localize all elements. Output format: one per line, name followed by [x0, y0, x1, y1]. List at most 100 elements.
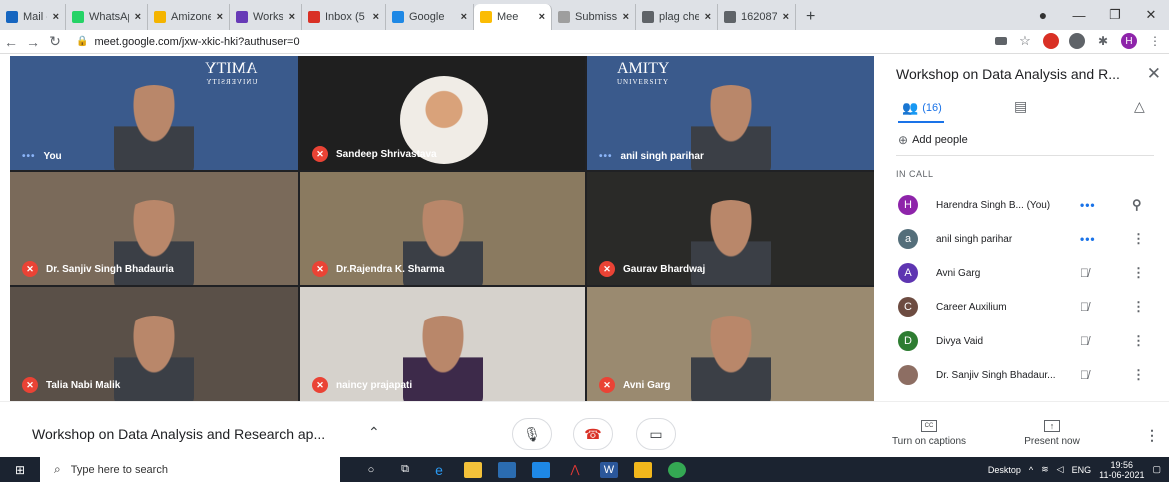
people-panel: Workshop on Data Analysis and R... ✕ 👥 (…: [884, 56, 1169, 401]
tab-close-icon[interactable]: ×: [53, 11, 59, 23]
desktop-label[interactable]: Desktop: [988, 465, 1021, 475]
more-options-icon[interactable]: ⋮: [1132, 265, 1145, 281]
video-tile[interactable]: ✕ Gaurav Bhardwaj: [587, 172, 874, 285]
more-options-icon[interactable]: ⋮: [1132, 231, 1145, 247]
more-options-icon[interactable]: ⋮: [1132, 367, 1145, 383]
participant-row[interactable]: H Harendra Singh B... (You) ••• ⚲: [892, 188, 1167, 222]
tab-close-icon[interactable]: ×: [623, 11, 629, 23]
browser-tab[interactable]: WhatsAp ×: [66, 4, 148, 30]
browser-tab[interactable]: 1620879 ×: [718, 4, 796, 30]
task-view-icon[interactable]: ⧉: [396, 462, 414, 478]
pin-icon[interactable]: ⚲: [1132, 197, 1142, 213]
captions-button[interactable]: CC Turn on captions: [884, 420, 974, 447]
participant-row[interactable]: C Career Auxilium 🎙̸ ⋮: [892, 290, 1167, 324]
camera-indicator-icon[interactable]: [995, 37, 1007, 45]
pdf-icon[interactable]: ⋀: [566, 462, 584, 478]
word-icon[interactable]: W: [600, 461, 618, 478]
panel-title: Workshop on Data Analysis and R...: [896, 66, 1120, 82]
video-tile[interactable]: ✕ Avni Garg: [587, 287, 874, 401]
cortana-icon[interactable]: ○: [362, 462, 380, 478]
browser-tab[interactable]: plag che ×: [636, 4, 718, 30]
browser-tab[interactable]: Google ×: [386, 4, 474, 30]
video-tile[interactable]: ✕ Dr.Rajendra K. Sharma: [300, 172, 585, 285]
participant-row[interactable]: D Divya Vaid 🎙̸ ⋮: [892, 324, 1167, 358]
language-indicator[interactable]: ENG: [1072, 465, 1092, 475]
present-now-button[interactable]: ↑ Present now: [1012, 420, 1092, 447]
windows-start-icon[interactable]: ⊞: [0, 463, 40, 477]
new-tab-button[interactable]: +: [796, 4, 825, 30]
activities-icon[interactable]: △: [1134, 98, 1145, 115]
taskbar-search[interactable]: ⌕ Type here to search: [40, 457, 340, 482]
camera-button[interactable]: ▭: [636, 418, 676, 450]
meeting-title[interactable]: Workshop on Data Analysis and Research a…: [32, 426, 325, 442]
clock-time: 19:56: [1110, 459, 1134, 470]
tab-close-icon[interactable]: ×: [461, 11, 467, 23]
chevron-up-icon[interactable]: ^: [1029, 465, 1033, 475]
participant-row[interactable]: Dr. Sanjiv Singh Bhadaur... 🎙̸ ⋮: [892, 358, 1167, 392]
more-options-icon[interactable]: ⋮: [1132, 299, 1145, 315]
video-tile[interactable]: ✕ Sandeep Shrivastava: [300, 56, 585, 170]
tab-close-icon[interactable]: ×: [373, 11, 379, 23]
tab-favicon-icon: [724, 11, 736, 23]
tab-close-icon[interactable]: ×: [783, 11, 789, 23]
more-options-icon[interactable]: ⋮: [1145, 427, 1159, 444]
end-call-button[interactable]: ☎: [573, 418, 613, 450]
tab-close-icon[interactable]: ×: [135, 11, 141, 23]
chrome-icon[interactable]: [668, 461, 686, 478]
close-icon[interactable]: ✕: [1147, 64, 1161, 84]
participant-name-tag: ✕ naincy prajapati: [312, 377, 412, 393]
extension-icon[interactable]: [1069, 33, 1085, 49]
profile-avatar[interactable]: H: [1121, 33, 1137, 49]
browser-tab[interactable]: Inbox (5 ×: [302, 4, 386, 30]
microphone-button[interactable]: 🎙: [512, 418, 552, 450]
notifications-icon[interactable]: ▢: [1152, 464, 1161, 475]
browser-tab[interactable]: Submiss ×: [552, 4, 636, 30]
wifi-icon[interactable]: ≋: [1041, 464, 1049, 475]
puzzle-icon[interactable]: ✱: [1095, 33, 1111, 49]
tab-close-icon[interactable]: ×: [289, 11, 295, 23]
chat-icon[interactable]: ▤: [1014, 98, 1027, 115]
restore-button[interactable]: ❐: [1097, 7, 1133, 23]
tab-favicon-icon: [392, 11, 404, 23]
extension-icon[interactable]: [1043, 33, 1059, 49]
bookmark-star-icon[interactable]: ☆: [1017, 33, 1033, 49]
file-explorer-icon[interactable]: [464, 461, 482, 478]
video-tile[interactable]: ✕ naincy prajapati: [300, 287, 585, 401]
participant-row[interactable]: a anil singh parihar ••• ⋮: [892, 222, 1167, 256]
audio-level-icon: •••: [22, 151, 36, 162]
tab-close-icon[interactable]: ×: [705, 11, 711, 23]
close-window-button[interactable]: ✕: [1133, 7, 1169, 23]
add-people-button[interactable]: ⊕ Add people: [898, 133, 968, 147]
tab-label: Mee: [497, 11, 519, 23]
tab-close-icon[interactable]: ×: [539, 11, 545, 23]
clock[interactable]: 19:56 11-06-2021: [1099, 460, 1144, 480]
more-options-icon[interactable]: ⋮: [1132, 333, 1145, 349]
url-field[interactable]: 🔒 meet.google.com/jxw-xkic-hki?authuser=…: [76, 36, 300, 48]
video-tile[interactable]: AMITY UNIVERSITY ••• You: [10, 56, 298, 170]
participant-row[interactable]: A Avni Garg 🎙̸ ⋮: [892, 256, 1167, 290]
browser-tab[interactable]: Worksh ×: [230, 4, 302, 30]
minimize-button[interactable]: —: [1061, 8, 1097, 23]
browser-tab[interactable]: Amizone ×: [148, 4, 230, 30]
edge-icon[interactable]: e: [430, 462, 448, 478]
store-icon[interactable]: [498, 461, 516, 478]
menu-icon[interactable]: ⋮: [1147, 33, 1163, 49]
notes-icon[interactable]: [634, 461, 652, 478]
back-icon[interactable]: ←: [0, 34, 22, 50]
reload-icon[interactable]: ↻: [44, 33, 66, 50]
people-count: (16): [922, 102, 942, 114]
volume-icon[interactable]: ◁: [1057, 464, 1064, 475]
mail-icon[interactable]: [532, 461, 550, 478]
forward-icon[interactable]: →: [22, 34, 44, 50]
video-tile[interactable]: ✕ Talia Nabi Malik: [10, 287, 298, 401]
chevron-up-icon[interactable]: ⌃: [368, 424, 380, 441]
tab-close-icon[interactable]: ×: [217, 11, 223, 23]
browser-tab[interactable]: Mail - H ×: [0, 4, 66, 30]
add-person-icon: ⊕: [898, 133, 909, 147]
video-tile[interactable]: AMITY UNIVERSITY ••• anil singh parihar: [587, 56, 874, 170]
tab-people[interactable]: 👥 (16): [898, 100, 944, 123]
participant-name: Career Auxilium: [936, 301, 1007, 313]
video-tile[interactable]: ✕ Dr. Sanjiv Singh Bhadauria: [10, 172, 298, 285]
profile-icon[interactable]: ●: [1025, 7, 1061, 23]
browser-tab[interactable]: Mee ×: [474, 4, 552, 30]
